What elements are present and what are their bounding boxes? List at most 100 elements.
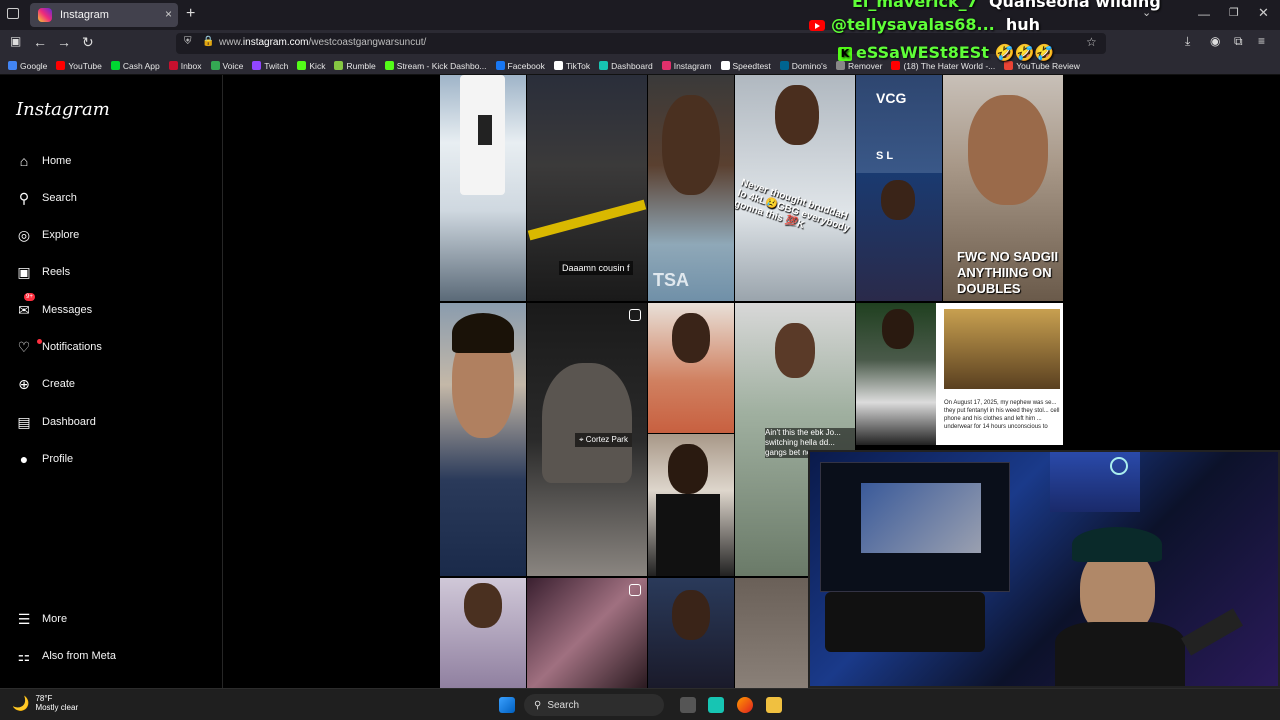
bookmark-item[interactable]: Voice [210, 61, 243, 71]
monitor-screen [861, 483, 981, 553]
post-tile[interactable] [648, 578, 734, 688]
tab-instagram[interactable]: Instagram × [30, 3, 178, 27]
restore-icon[interactable]: ❐ [1229, 6, 1239, 19]
bookmark-favicon-icon [495, 61, 505, 70]
minimize-icon[interactable]: — [1198, 7, 1210, 21]
close-window-icon[interactable]: ✕ [1258, 5, 1269, 21]
post-tile[interactable]: Daaamn cousin f [527, 75, 647, 301]
bookmark-item[interactable]: Remover [835, 61, 882, 71]
bookmark-favicon-icon [384, 61, 394, 70]
bookmark-item[interactable]: YouTube [56, 61, 102, 71]
sidebar-item-profile[interactable]: ● Profile [15, 447, 73, 471]
bag [478, 115, 492, 145]
sidebar-item-notifications[interactable]: ♡ Notifications [15, 335, 102, 359]
post-tile[interactable]: Never thought bruddaH lo 4kL😢GBG everybo… [735, 75, 855, 301]
post-tile[interactable] [440, 303, 526, 576]
sidebar-item-messages[interactable]: ✉ 9+ Messages [15, 293, 92, 322]
windows-start-icon[interactable] [499, 697, 515, 713]
download-icon[interactable]: ⤓ [1185, 34, 1190, 49]
menu-icon[interactable]: ≡ [1258, 34, 1265, 48]
shirt-text: VCG [876, 90, 907, 106]
ring-light [1110, 457, 1128, 475]
post-tile[interactable]: FWC NO SADGII ANYTHIING ON DOUBLES [943, 75, 1063, 301]
bookmarks-bar: Google YouTube Cash App Inbox Voice Twitch Kic… [0, 57, 1280, 75]
task-view-icon[interactable] [680, 697, 696, 713]
reel-icon [629, 584, 641, 596]
sidebar-item-reels[interactable]: ▣ Reels [15, 260, 70, 284]
lock-icon[interactable]: 🔒 [202, 36, 214, 47]
post-tile[interactable] [648, 434, 734, 576]
forward-button[interactable]: → [57, 34, 71, 50]
shirt-text: TSA [653, 270, 689, 290]
face [882, 309, 914, 349]
bookmark-item[interactable]: YouTube Review [1004, 61, 1080, 71]
firefox-icon[interactable] [737, 697, 753, 713]
notification-badge: 9+ [24, 293, 35, 301]
bookmark-item[interactable]: Instagram [661, 61, 712, 71]
webcam-overlay [808, 450, 1280, 688]
post-tile[interactable] [648, 303, 734, 433]
sidebar-item-more[interactable]: ☰ More [15, 607, 67, 631]
bookmark-item[interactable]: Twitch [252, 61, 288, 71]
post-tile[interactable]: ⌖ Cortez Park [527, 303, 647, 576]
file-explorer-icon[interactable] [766, 697, 782, 713]
post-tile[interactable] [856, 303, 942, 445]
post-tile[interactable]: On August 17, 2025, my nephew was se... … [936, 303, 1063, 445]
face [775, 323, 815, 378]
back-button[interactable]: ← [33, 34, 47, 50]
sidebar-item-home[interactable]: ⌂ Home [15, 149, 72, 173]
bookmark-item[interactable]: (18) The Hater World -... [891, 61, 995, 71]
bookmark-item[interactable]: Domino's [779, 61, 827, 71]
bookmark-item[interactable]: Facebook [495, 61, 545, 71]
face [968, 95, 1048, 205]
bookmark-favicon-icon [334, 61, 344, 70]
post-caption: FWC NO SADGII ANYTHIING ON DOUBLES [957, 249, 1059, 296]
bookmark-item[interactable]: Stream - Kick Dashbo... [384, 61, 487, 71]
taskbar-search[interactable]: ⚲ Search [524, 694, 664, 716]
bookmark-star-icon[interactable]: ☆ [1086, 35, 1097, 49]
caution-tape [527, 199, 647, 241]
bookmark-item[interactable]: Cash App [110, 61, 160, 71]
microphone [1181, 608, 1243, 656]
sidebar-item-search[interactable]: ⚲ Search [15, 186, 77, 210]
bookmark-favicon-icon [210, 61, 220, 70]
bookmark-item[interactable]: Google [8, 61, 47, 71]
shield-icon[interactable]: ⛨ [184, 36, 192, 47]
tab-list-icon[interactable] [7, 8, 19, 19]
search-icon: ⚲ [534, 699, 542, 711]
bookmark-item[interactable]: Dashboard [599, 61, 653, 71]
new-tab-button[interactable]: + [186, 5, 195, 23]
instagram-logo[interactable]: Instagram [16, 99, 110, 120]
sidebar-toggle-icon[interactable]: ▣ [10, 34, 21, 48]
post-tile[interactable]: TSA [648, 75, 734, 301]
sidebar-item-dashboard[interactable]: ▤ Dashboard [15, 410, 95, 434]
bookmark-item[interactable]: Kick [297, 61, 325, 71]
sidebar-item-create[interactable]: ⊕ Create [15, 372, 75, 396]
instagram-sidebar: Instagram ⌂ Home ⚲ Search ◎ Explore ▣ Reels ✉ 9+ M… [0, 75, 223, 688]
bookmark-favicon-icon [720, 61, 730, 70]
post-tile[interactable] [440, 578, 526, 688]
bookmark-item[interactable]: Inbox [168, 61, 202, 71]
bookmark-item[interactable]: Rumble [334, 61, 376, 71]
weather-widget[interactable]: 🌙 78°F Mostly clear [12, 694, 78, 712]
jacket [656, 494, 720, 576]
url-text: www.instagram.com/westcoastgangwarsuncut… [219, 37, 427, 48]
post-tile[interactable]: VCG S L [856, 75, 942, 301]
app-icon[interactable] [708, 697, 724, 713]
location-tag: ⌖ Cortez Park [575, 433, 632, 447]
moon-icon: 🌙 [12, 694, 30, 711]
bookmark-favicon-icon [252, 61, 262, 70]
bookmark-item[interactable]: Speedtest [720, 61, 771, 71]
sidebar-item-meta[interactable]: ⚏ Also from Meta [15, 644, 116, 668]
extensions-icon[interactable]: ⧉ [1234, 34, 1243, 49]
account-icon[interactable]: ◉ [1210, 34, 1220, 48]
reload-button[interactable]: ↻ [82, 34, 94, 51]
bookmark-item[interactable]: TikTok [553, 61, 590, 71]
bookmark-favicon-icon [891, 61, 901, 70]
close-tab-icon[interactable]: × [165, 7, 172, 21]
post-tile[interactable] [527, 578, 647, 688]
article-text: On August 17, 2025, my nephew was se... … [944, 400, 1060, 430]
post-tile[interactable] [440, 75, 526, 301]
sidebar-item-explore[interactable]: ◎ Explore [15, 223, 79, 247]
instagram-favicon-icon [38, 8, 52, 22]
